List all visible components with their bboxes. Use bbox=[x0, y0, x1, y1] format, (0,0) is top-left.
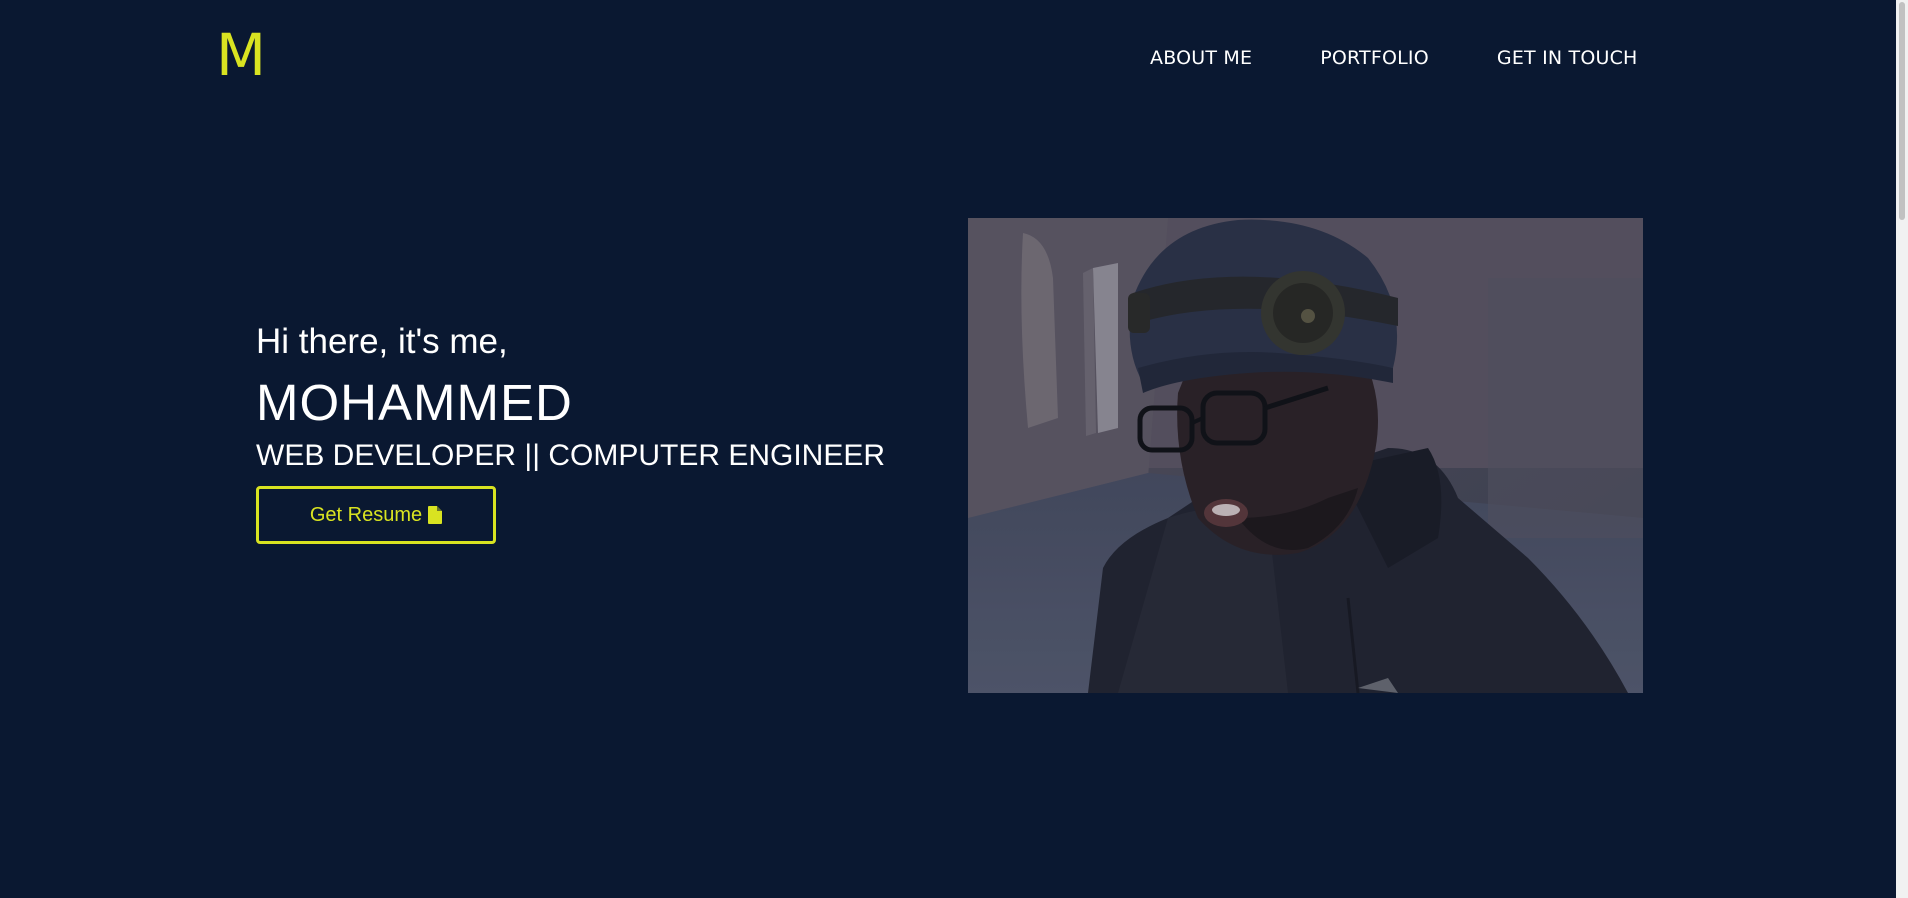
hero-greeting: Hi there, it's me, bbox=[256, 322, 508, 361]
profile-photo-illustration bbox=[968, 218, 1643, 693]
page: M ABOUT ME PORTFOLIO GET IN TOUCH Hi the… bbox=[0, 0, 1908, 898]
nav-portfolio[interactable]: PORTFOLIO bbox=[1320, 44, 1429, 72]
page-scrollbar[interactable] bbox=[1896, 0, 1908, 898]
scrollbar-thumb[interactable] bbox=[1899, 2, 1905, 220]
hero-intro: Hi there, it's me, MOHAMMED WEB DEVELOPE… bbox=[256, 318, 885, 544]
main-nav: ABOUT ME PORTFOLIO GET IN TOUCH bbox=[1150, 44, 1638, 72]
hero-name: MOHAMMED bbox=[256, 374, 573, 431]
nav-get-in-touch[interactable]: GET IN TOUCH bbox=[1497, 44, 1638, 72]
file-icon bbox=[428, 506, 443, 524]
profile-photo bbox=[968, 218, 1643, 693]
get-resume-label: Get Resume bbox=[309, 503, 423, 526]
nav-about-me[interactable]: ABOUT ME bbox=[1150, 44, 1252, 72]
site-logo[interactable]: M bbox=[216, 20, 266, 90]
hero-role: WEB DEVELOPER || COMPUTER ENGINEER bbox=[256, 439, 886, 472]
get-resume-button[interactable]: Get Resume bbox=[256, 486, 496, 544]
